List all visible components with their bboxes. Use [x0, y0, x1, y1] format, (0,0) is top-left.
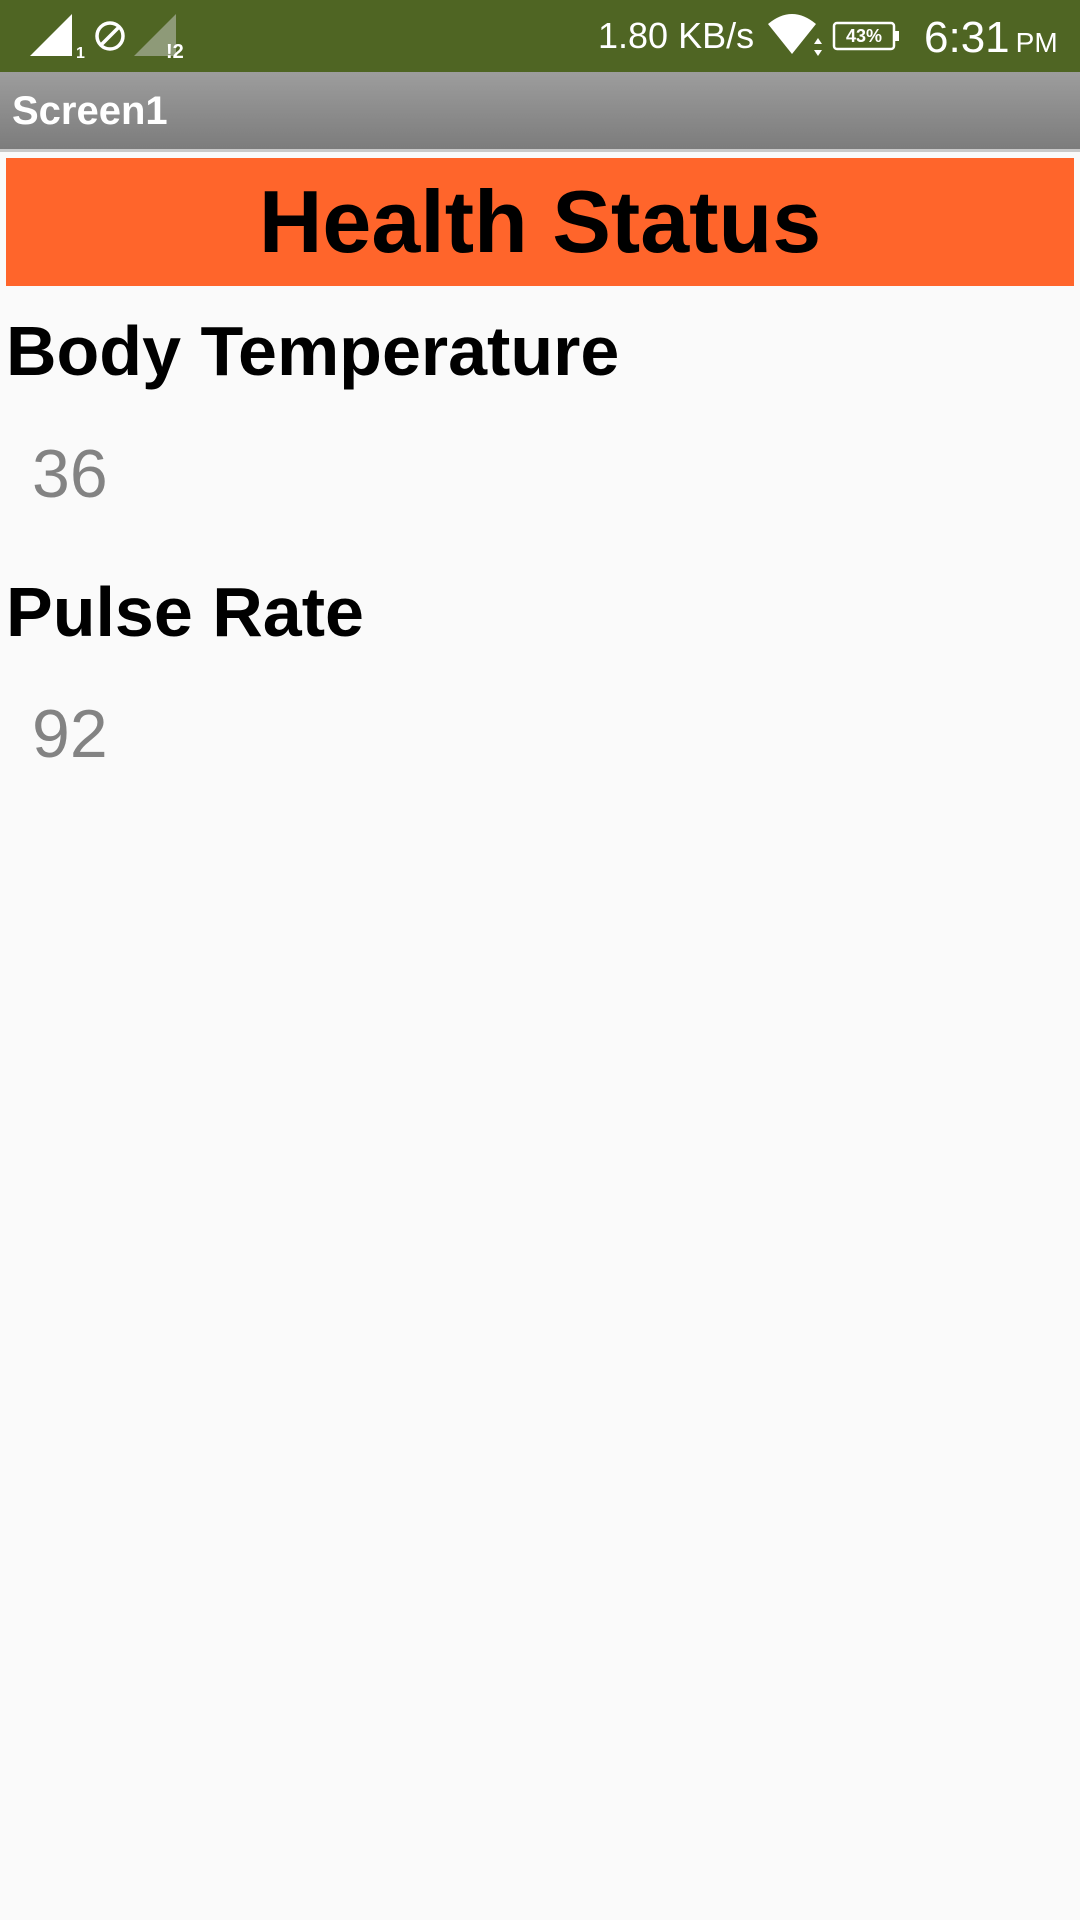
signal-sim2-icon: !2	[134, 14, 184, 63]
clock-ampm: PM	[1015, 27, 1058, 58]
app-title: Screen1	[12, 89, 168, 133]
battery-percent: 43%	[846, 26, 882, 46]
header-banner: Health Status	[6, 158, 1074, 286]
page-title: Health Status	[258, 172, 822, 271]
body-temperature-value: 36	[32, 436, 108, 512]
sim1-label: 1	[76, 45, 85, 62]
pulse-rate-label: Pulse Rate	[6, 573, 364, 651]
app-bar: Screen1	[0, 72, 1080, 152]
clock: 6:31 PM	[924, 12, 1058, 69]
signal-sim1-icon: 1	[30, 14, 85, 62]
clock-time: 6:31	[924, 13, 1010, 62]
battery-icon: 43%	[832, 21, 899, 51]
network-speed: 1.80 KB/s	[598, 15, 755, 56]
wifi-icon	[768, 14, 822, 56]
status-bar: 1 !2 1.80 KB/s 43% 6:31 PM	[0, 0, 1080, 72]
pulse-rate-value: 92	[32, 696, 108, 772]
body-temperature-label: Body Temperature	[6, 312, 620, 390]
do-not-disturb-icon	[95, 21, 125, 51]
sim2-label: !2	[166, 41, 184, 63]
